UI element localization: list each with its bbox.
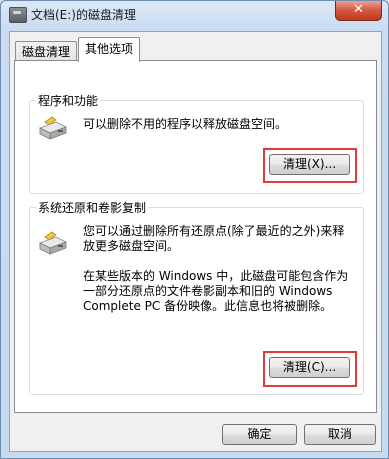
close-button[interactable]: ✕	[335, 1, 382, 21]
restore-note-line1: 在某些版本的 Windows 中，此磁盘可能包含作为	[83, 269, 349, 283]
drive-icon	[38, 116, 68, 142]
title-bar[interactable]: 文档(E:)的磁盘清理 ✕	[1, 1, 388, 29]
restore-group-title: 系统还原和卷影复制	[36, 199, 149, 216]
restore-note-line3: Complete PC 备份映像。此信息也将被删除。	[83, 299, 333, 313]
programs-cleanup-button[interactable]: 清理(X)...	[269, 154, 350, 175]
restore-note-line2: 一部分还原点的文件卷影副本和旧的 Windows	[83, 284, 333, 298]
restore-cleanup-button[interactable]: 清理(C)...	[269, 357, 350, 378]
programs-description: 可以删除不用的程序以释放磁盘空间。	[83, 117, 288, 131]
cancel-button[interactable]: 取消	[304, 424, 376, 445]
restore-group: 系统还原和卷影复制 您可以通过删除所有还原点(除了最近的之外)来释 放更多磁盘空…	[29, 199, 364, 395]
tab-panel-more-options: 程序和功能 可以删除不用的程序以释放磁盘空间。 清理(X)... 系统还原和卷影…	[14, 60, 377, 413]
restore-description-line2: 放更多磁盘空间。	[83, 239, 180, 253]
dialog-window: 文档(E:)的磁盘清理 ✕ 磁盘清理 其他选项 程序和功能 可以删除不用的程序以…	[0, 0, 389, 459]
tab-disk-cleanup[interactable]: 磁盘清理	[15, 41, 78, 62]
dialog-body: 磁盘清理 其他选项 程序和功能 可以删除不用的程序以释放磁盘空间。 清理(X).…	[9, 31, 382, 452]
ok-button[interactable]: 确定	[222, 424, 297, 445]
drive-icon	[38, 231, 68, 257]
restore-description-line1: 您可以通过删除所有还原点(除了最近的之外)来释	[83, 224, 345, 238]
programs-group-title: 程序和功能	[36, 92, 101, 109]
window-title: 文档(E:)的磁盘清理	[31, 8, 136, 22]
programs-group: 程序和功能 可以删除不用的程序以释放磁盘空间。 清理(X)...	[29, 92, 364, 194]
disk-cleanup-icon	[9, 7, 27, 23]
tab-more-options[interactable]: 其他选项	[78, 37, 141, 62]
